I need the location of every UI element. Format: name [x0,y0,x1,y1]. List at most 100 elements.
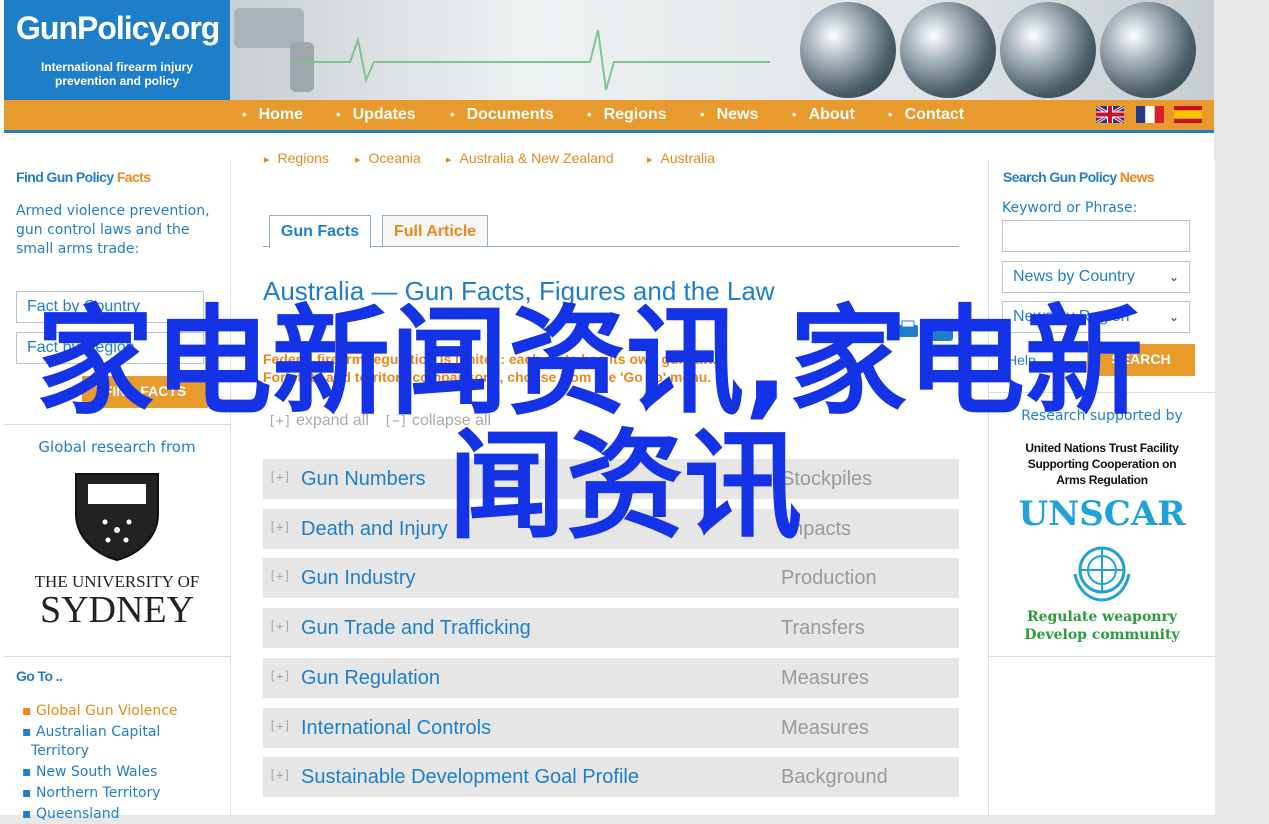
section-row-gun-regulation[interactable]: [+] Gun Regulation Measures [263,658,959,698]
section-label: Gun Industry [301,567,416,589]
goto-item-label: Queensland [35,806,120,822]
site-logo[interactable]: GunPolicy.org International firearm inju… [4,0,230,100]
breadcrumb-australia[interactable]: Australia [647,150,715,166]
goto-item[interactable]: ▪ Northern Territory [22,784,222,803]
nav-contact[interactable]: Contact [888,100,965,130]
share-icon[interactable] [930,318,954,342]
tab-full-article[interactable]: Full Article [382,215,488,246]
fact-by-region-select[interactable]: Fact by Region [16,332,204,364]
section-category: Measures [781,667,869,689]
france-flag-icon[interactable] [1136,106,1164,123]
un-emblem-icon [1073,546,1131,602]
tab-gun-facts[interactable]: Gun Facts [269,215,371,248]
goto-item-label: Australian Capital Territory [31,724,161,759]
help-link[interactable]: Help [1007,352,1036,368]
nav-regions[interactable]: Regions [587,100,667,130]
keyword-label: Keyword or Phrase: [1002,200,1138,216]
note-line1: Federal firearm regulation is limited: e… [263,351,717,367]
find-facts-heading-part1: Find Gun Policy [16,169,117,185]
find-facts-button[interactable]: FIND FACTS [82,376,208,408]
collapse-all-mark: [−] [384,414,408,429]
federal-law-note: Federal firearm regulation is limited: e… [263,350,883,386]
section-row-international-controls[interactable]: [+] International Controls Measures [263,708,959,748]
collapse-all-link[interactable]: [−] collapse all [384,412,491,430]
expand-icon: [+] [269,619,291,633]
right-divider [989,656,1215,657]
section-category: Background [781,766,888,788]
global-research-label: Global research from [38,438,196,456]
section-row-death-injury[interactable]: [+] Death and Injury Impacts [263,509,959,549]
section-label: International Controls [301,717,492,739]
section-category: Measures [781,717,869,739]
ecg-path [290,29,770,91]
globe-image [900,2,996,98]
un-trust-facility-text: United Nations Trust Facility Supporting… [989,440,1215,488]
nav-news[interactable]: News [700,100,759,130]
left-divider [4,656,230,657]
unscar-logo-text: UNSCAR [1018,494,1186,534]
uk-flag-icon[interactable] [1096,106,1124,123]
nav-updates[interactable]: Updates [336,100,416,130]
section-row-gun-trade[interactable]: [+] Gun Trade and Trafficking Transfers [263,608,959,648]
un-line3: Arms Regulation [1056,473,1148,487]
slogan-line1: Regulate weaponry [1027,609,1177,625]
goto-heading: Go To .. [16,668,63,684]
left-divider [4,424,230,425]
goto-item-label: New South Wales [35,764,158,780]
expand-all-label: expand all [295,412,369,429]
section-row-sdg-profile[interactable]: [+] Sustainable Development Goal Profile B… [263,757,959,797]
logo-tagline-line1: International firearm injury [40,60,194,74]
chevron-down-icon: ⌄ [1168,310,1179,324]
section-category: Stockpiles [781,468,873,490]
expand-all-mark: [+] [268,414,292,429]
header-banner [230,0,1214,100]
expand-icon: [+] [269,520,291,534]
fact-by-country-select[interactable]: Fact by Country [16,291,204,323]
find-facts-heading-part2: Facts [116,169,151,185]
right-sidebar: Search Gun Policy News Keyword or Phrase… [988,160,1215,815]
unscar-slogan: Regulate weaponry Develop community [989,608,1215,644]
breadcrumb-regions[interactable]: Regions [264,150,329,166]
search-button[interactable]: SEARCH [1087,344,1195,376]
section-label: Death and Injury [301,518,448,540]
nav-home[interactable]: Home [242,100,303,130]
section-label: Gun Trade and Trafficking [301,617,531,639]
page-title: Australia — Gun Facts, Figures and the L… [263,276,775,306]
news-by-country-select[interactable]: News by Country ⌄ [1002,261,1190,293]
left-sidebar: Find Gun Policy Facts Armed violence pre… [4,160,231,822]
keyword-input[interactable] [1002,220,1190,252]
search-news-heading-part2: News [1119,169,1155,185]
goto-item[interactable]: ▪ Australian Capital Territory [22,723,222,761]
university-name-line2: SYDNEY [39,589,195,631]
nav-documents[interactable]: Documents [450,100,554,130]
collapse-all-label: collapse all [411,412,492,429]
expand-all-link[interactable]: [+] expand all [268,412,369,430]
research-supported-label: Research supported by [1021,408,1183,424]
note-line2: For state and territory comparisons, cho… [263,369,712,385]
news-by-region-select[interactable]: News by Region ⌄ [1002,301,1190,333]
section-row-gun-industry[interactable]: [+] Gun Industry Production [263,558,959,598]
breadcrumb-oceania[interactable]: Oceania [355,150,421,166]
logo-tagline-line2: prevention and policy [54,74,180,88]
nav-about[interactable]: About [792,100,855,130]
goto-item-label: Global Gun Violence [35,703,178,719]
logo-name: GunPolicy.org [16,10,220,46]
goto-item[interactable]: ▪ New South Wales [22,763,222,782]
section-label: Sustainable Development Goal Profile [301,766,639,788]
spain-flag-icon[interactable] [1174,106,1202,123]
section-label: Gun Regulation [301,667,440,689]
breadcrumb-anz[interactable]: Australia & New Zealand [446,150,614,166]
section-label: Gun Numbers [301,468,426,490]
print-icon[interactable] [896,319,920,343]
goto-item-label: Northern Territory [35,785,161,801]
sydney-crest-icon [75,473,159,562]
section-row-gun-numbers[interactable]: [+] Gun Numbers Stockpiles [263,459,959,499]
pistol-grip [290,42,314,92]
site-header: GunPolicy.org International firearm inju… [4,0,1214,100]
goto-list: ▪ Global Gun Violence ▪ Australian Capit… [22,702,222,824]
expand-icon: [+] [269,569,291,583]
goto-item[interactable]: ▪ Global Gun Violence [22,702,222,721]
main-nav: Home Updates Documents Regions News Abou… [4,100,1214,133]
expand-icon: [+] [269,470,291,484]
right-divider [989,392,1215,393]
